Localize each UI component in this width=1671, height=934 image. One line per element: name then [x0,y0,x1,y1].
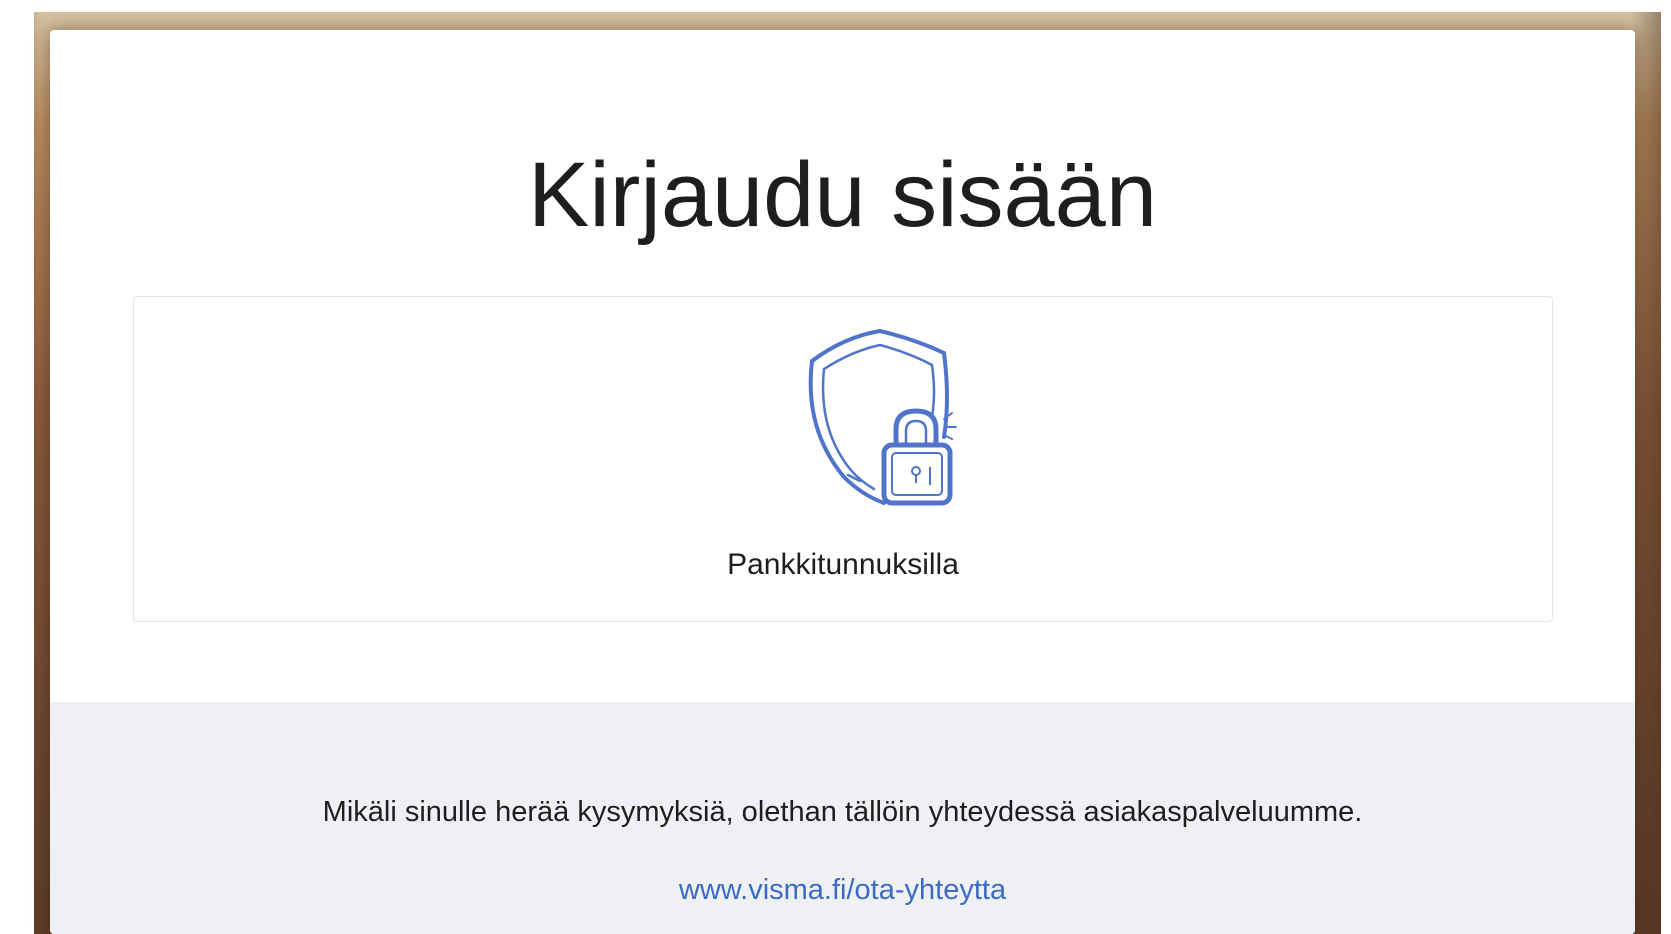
page-margin-left [0,0,34,934]
page-margin-top [0,0,1671,12]
option-label: Pankkitunnuksilla [727,548,959,581]
page-title: Kirjaudu sisään [527,144,1158,246]
bank-credentials-login-option[interactable]: Pankkitunnuksilla [133,296,1553,622]
contact-link-wrapper: www.visma.fi/ota-yhteytta [50,872,1635,908]
help-text: Mikäli sinulle herää kysymyksiä, olethan… [322,796,1363,828]
shield-lock-icon [808,328,957,506]
page-margin-right [1661,0,1671,934]
help-footer: Mikäli sinulle herää kysymyksiä, olethan… [50,702,1635,934]
contact-link[interactable]: www.visma.fi/ota-yhteytta [679,874,1006,906]
login-dialog: Kirjaudu sisään Pankkitunnuksilla Mikäli… [50,30,1635,934]
